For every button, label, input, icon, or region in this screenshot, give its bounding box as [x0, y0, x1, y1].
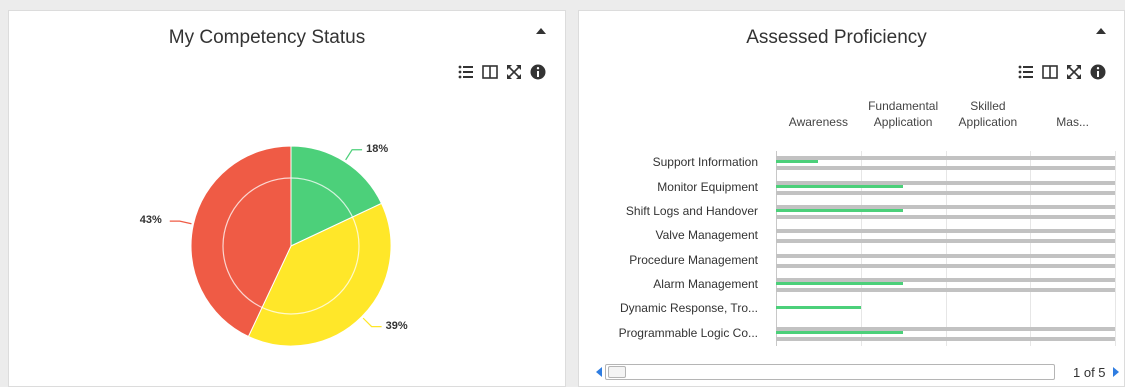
target-bar[interactable] — [776, 190, 1115, 195]
target-bar[interactable] — [776, 214, 1115, 219]
target-bar[interactable] — [776, 156, 1115, 161]
columns-icon[interactable] — [1041, 63, 1059, 81]
collapse-icon[interactable] — [1096, 28, 1106, 34]
category-label: Dynamic Response, Tro... — [619, 301, 758, 316]
level-header: Mas... — [1056, 115, 1089, 129]
category-label: Monitor Equipment — [657, 179, 758, 194]
scroll-left-icon[interactable] — [596, 367, 602, 377]
level-header: Awareness — [788, 115, 848, 129]
horizontal-scrollbar[interactable] — [605, 364, 1055, 380]
pie-slice-label: 39% — [385, 319, 408, 332]
assessed-bar[interactable] — [776, 160, 819, 164]
assessed-proficiency-panel: Assessed Proficiency Awareness Fundamenta… — [578, 10, 1125, 387]
list-icon[interactable] — [1017, 63, 1035, 81]
panel-title: My Competency Status — [168, 27, 366, 48]
category-label: Support Information — [652, 155, 758, 170]
info-icon[interactable] — [1089, 63, 1107, 81]
category-label: Shift Logs and Handover — [625, 203, 758, 218]
target-bar[interactable] — [776, 253, 1115, 258]
competency-status-panel: My Competency Status 18% 39% 43% — [8, 10, 566, 387]
target-bar[interactable] — [776, 229, 1115, 234]
category-label: Alarm Management — [653, 277, 758, 292]
target-bar[interactable] — [776, 336, 1115, 341]
scrollbar-thumb[interactable] — [608, 366, 626, 378]
pie-leader-line — [169, 220, 192, 225]
category-label: Programmable Logic Co... — [618, 325, 758, 340]
next-page-icon[interactable] — [1113, 367, 1119, 377]
assessed-bar[interactable] — [776, 208, 904, 212]
category-label: Procedure Management — [629, 252, 758, 267]
assessed-bar[interactable] — [776, 184, 904, 188]
collapse-icon[interactable] — [536, 28, 546, 34]
pie-leader-line — [345, 149, 363, 161]
assessed-bar[interactable] — [776, 282, 904, 286]
expand-icon[interactable] — [1065, 63, 1083, 81]
target-bar[interactable] — [776, 239, 1115, 244]
assessed-bar[interactable] — [776, 306, 861, 310]
target-bar[interactable] — [776, 288, 1115, 293]
pie-leader-line — [362, 317, 382, 328]
target-bar[interactable] — [776, 263, 1115, 268]
gridline — [1115, 151, 1116, 346]
page-indicator: 1 of 5 — [1073, 365, 1106, 380]
pie-slice-label: 18% — [366, 142, 389, 155]
assessed-bar[interactable] — [776, 330, 904, 334]
target-bar[interactable] — [776, 166, 1115, 171]
panel-toolbar — [1017, 63, 1107, 81]
level-header: Skilled Application — [958, 99, 1018, 129]
panel-title: Assessed Proficiency — [746, 27, 927, 48]
pie-slice-label: 43% — [139, 214, 162, 227]
competency-pie-chart — [169, 145, 392, 347]
level-header: Fundamental Application — [868, 99, 939, 129]
category-label: Valve Management — [655, 228, 758, 243]
